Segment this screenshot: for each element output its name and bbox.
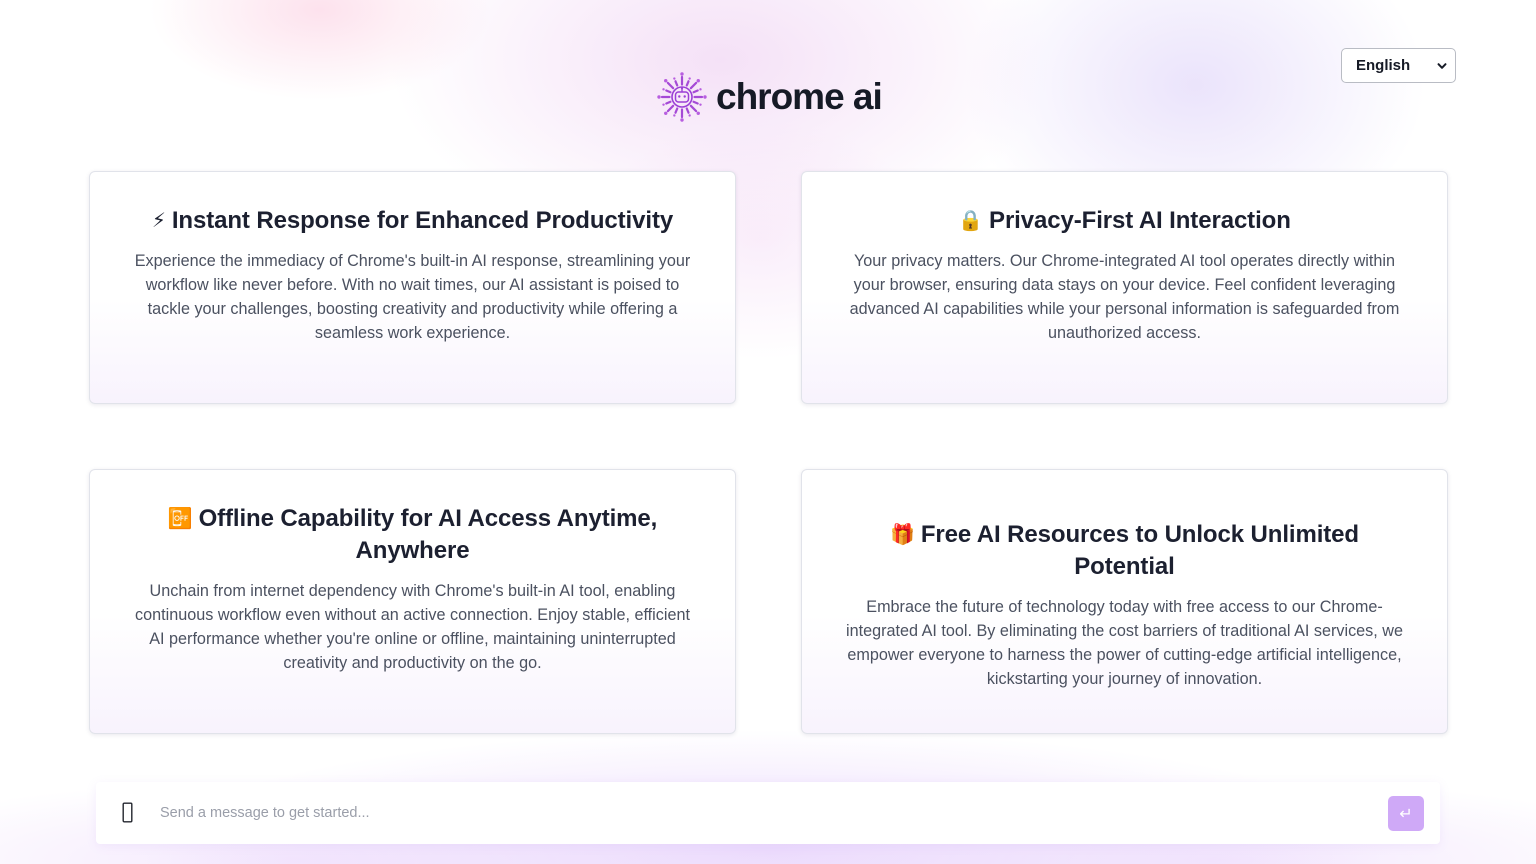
- feature-card-offline: 📴 Offline Capability for AI Access Anytim…: [89, 469, 736, 734]
- feature-card-instant-response: ⚡ Instant Response for Enhanced Productiv…: [89, 171, 736, 404]
- offline-icon: 📴: [167, 506, 193, 530]
- feature-card-text: Your privacy matters. Our Chrome-integra…: [849, 252, 1400, 342]
- message-input[interactable]: [160, 798, 1360, 828]
- feature-card-privacy: 🔒 Privacy-First AI Interaction Your priva…: [801, 171, 1448, 404]
- feature-card-title-text: Privacy-First AI Interaction: [989, 207, 1291, 234]
- feature-card-title: 📴 Offline Capability for AI Access Anytim…: [128, 502, 697, 567]
- lock-icon: 🔒: [958, 208, 984, 232]
- lightning-icon: ⚡: [151, 208, 166, 232]
- feature-card-text: Embrace the future of technology today w…: [846, 598, 1403, 688]
- feature-card-text: Unchain from internet dependency with Ch…: [135, 582, 690, 672]
- feature-card-title: ⚡ Instant Response for Enhanced Productiv…: [128, 204, 697, 237]
- brand-name: chrome ai: [716, 76, 883, 117]
- language-select-value: English: [1356, 57, 1411, 74]
- sparkle-robot-logo-icon: [657, 72, 707, 122]
- feature-card-title: 🎁 Free AI Resources to Unlock Unlimited P…: [840, 518, 1409, 583]
- feature-card-title-text: Offline Capability for AI Access Anytime…: [198, 505, 658, 564]
- chat-input-bar: ↵: [96, 782, 1440, 844]
- brand: chrome ai: [656, 72, 883, 122]
- feature-card-free-resources: 🎁 Free AI Resources to Unlock Unlimited P…: [801, 469, 1448, 734]
- chevron-down-icon: [1437, 62, 1447, 69]
- feature-card-title-text: Instant Response for Enhanced Productivi…: [171, 207, 674, 234]
- gift-icon: 🎁: [890, 522, 915, 546]
- feature-card-title-text: Free AI Resources to Unlock Unlimited Po…: [920, 521, 1359, 580]
- feature-card-text: Experience the immediacy of Chrome's bui…: [134, 252, 691, 342]
- send-button[interactable]: ↵: [1388, 796, 1424, 831]
- paperclip-icon[interactable]: [122, 802, 133, 823]
- feature-card-title: 🔒 Privacy-First AI Interaction: [840, 204, 1409, 237]
- background-glow: [0, 0, 1536, 864]
- language-select[interactable]: English: [1341, 48, 1456, 83]
